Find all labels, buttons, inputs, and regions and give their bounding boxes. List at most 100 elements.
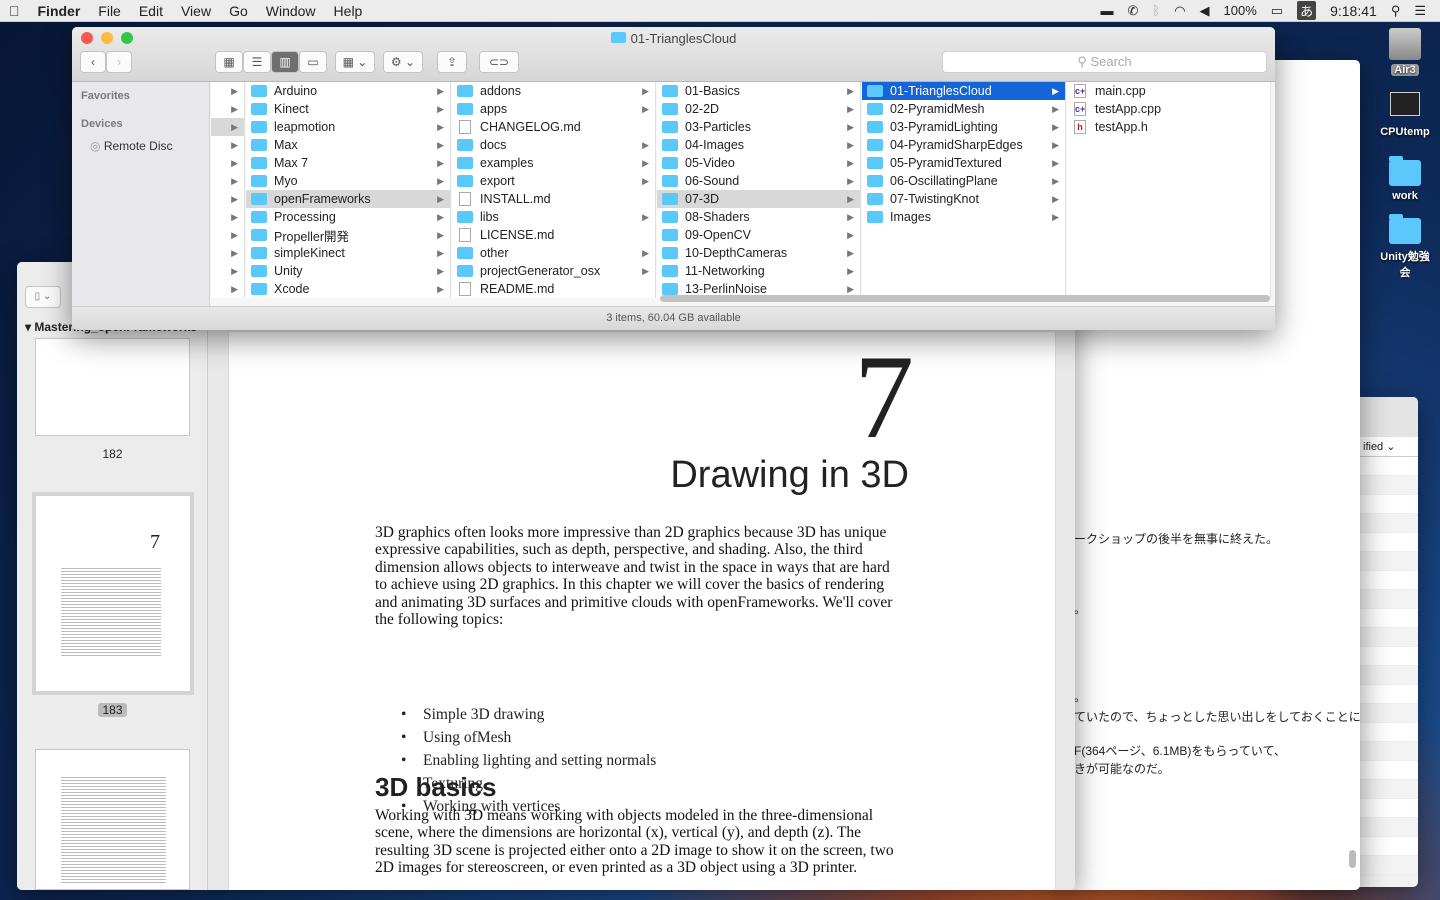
list-item[interactable]: c+ main.cpp <box>1067 82 1270 100</box>
apple-menu-icon[interactable]:  <box>0 3 29 19</box>
list-item[interactable]: ▶ <box>211 136 244 154</box>
list-item[interactable]: Kinect ▶ <box>246 100 450 118</box>
list-item[interactable]: examples ▶ <box>452 154 655 172</box>
list-item[interactable]: 10-DepthCameras ▶ <box>657 244 860 262</box>
list-item[interactable]: Max 7 ▶ <box>246 154 450 172</box>
list-item[interactable]: docs ▶ <box>452 136 655 154</box>
list-item[interactable]: libs ▶ <box>452 208 655 226</box>
notification-center-icon[interactable]: ☰ <box>1414 3 1426 19</box>
list-item[interactable]: openFrameworks ▶ <box>246 190 450 208</box>
list-item[interactable]: 02-PyramidMesh ▶ <box>862 100 1065 118</box>
list-item[interactable]: README.md <box>452 280 655 298</box>
column-view-button[interactable]: ▥ <box>271 51 299 73</box>
arrange-button[interactable]: ▦ ⌄ <box>335 51 375 73</box>
battery-percent[interactable]: 100% <box>1224 3 1257 18</box>
list-item[interactable]: ▶ <box>211 244 244 262</box>
action-gear-button[interactable]: ⚙ ⌄ <box>383 51 423 73</box>
list-item[interactable]: 08-Shaders ▶ <box>657 208 860 226</box>
scrollbar[interactable] <box>1349 850 1356 868</box>
list-item[interactable]: Unity ▶ <box>246 262 450 280</box>
list-item[interactable]: ▶ <box>211 190 244 208</box>
list-item[interactable]: Max ▶ <box>246 136 450 154</box>
input-method-icon[interactable]: あ <box>1297 1 1317 20</box>
menu-view[interactable]: View <box>172 3 220 19</box>
list-item[interactable]: 01-Basics ▶ <box>657 82 860 100</box>
list-item[interactable]: leapmotion ▶ <box>246 118 450 136</box>
spotlight-icon[interactable]: ⚲ <box>1391 3 1401 19</box>
menu-go[interactable]: Go <box>220 3 257 19</box>
list-item[interactable]: Xcode ▶ <box>246 280 450 298</box>
back-button[interactable]: ‹ <box>80 51 106 73</box>
list-item[interactable]: 04-PyramidSharpEdges ▶ <box>862 136 1065 154</box>
list-item[interactable]: 06-Sound ▶ <box>657 172 860 190</box>
list-item[interactable]: 03-PyramidLighting ▶ <box>862 118 1065 136</box>
list-item[interactable]: 05-PyramidTextured ▶ <box>862 154 1065 172</box>
list-item[interactable]: 02-2D ▶ <box>657 100 860 118</box>
desktop-icon-cputemp[interactable]: CPUtemp <box>1375 92 1435 138</box>
list-item[interactable]: LICENSE.md <box>452 226 655 244</box>
wifi-icon[interactable]: ◠ <box>1174 3 1185 19</box>
list-item[interactable]: 03-Particles ▶ <box>657 118 860 136</box>
list-item[interactable]: INSTALL.md <box>452 190 655 208</box>
list-item[interactable]: ▶ <box>211 208 244 226</box>
list-item[interactable]: export ▶ <box>452 172 655 190</box>
menu-window[interactable]: Window <box>257 3 325 19</box>
list-item[interactable]: 07-3D ▶ <box>657 190 860 208</box>
list-item[interactable]: 09-OpenCV ▶ <box>657 226 860 244</box>
menu-app-name[interactable]: Finder <box>29 3 90 19</box>
list-item[interactable]: other ▶ <box>452 244 655 262</box>
page-thumbnail-184[interactable] <box>35 749 190 890</box>
list-item[interactable]: CHANGELOG.md <box>452 118 655 136</box>
list-item[interactable]: addons ▶ <box>452 82 655 100</box>
coverflow-view-button[interactable]: ▭ <box>299 51 327 73</box>
sidebar-section-favorites[interactable]: Favorites <box>72 90 130 102</box>
desktop-icon-air3[interactable]: Air3 <box>1375 28 1435 76</box>
list-item[interactable]: 05-Video ▶ <box>657 154 860 172</box>
list-item[interactable]: 07-TwistingKnot ▶ <box>862 190 1065 208</box>
icon-view-button[interactable]: ▦ <box>215 51 243 73</box>
list-item[interactable]: 11-Networking ▶ <box>657 262 860 280</box>
bluetooth-icon[interactable]: ᛒ <box>1152 3 1160 18</box>
page-thumbnail-182[interactable] <box>35 338 190 436</box>
list-item[interactable]: Arduino ▶ <box>246 82 450 100</box>
desktop-icon-unity[interactable]: Unity勉強会 <box>1375 214 1435 280</box>
list-item[interactable]: 06-OscillatingPlane ▶ <box>862 172 1065 190</box>
list-item[interactable]: Images ▶ <box>862 208 1065 226</box>
list-item[interactable]: h testApp.h <box>1067 118 1270 136</box>
list-item[interactable]: ▶ <box>211 118 244 136</box>
list-item[interactable]: simpleKinect ▶ <box>246 244 450 262</box>
battery-icon[interactable]: ▭ <box>1271 3 1283 19</box>
list-item[interactable]: Processing ▶ <box>246 208 450 226</box>
list-item[interactable]: 01-TrianglesCloud ▶ <box>862 82 1065 100</box>
list-view-button[interactable]: ☰ <box>243 51 271 73</box>
list-item[interactable]: ▶ <box>211 154 244 172</box>
sidebar-item-remote-disc[interactable]: ◎ Remote Disc <box>90 139 173 153</box>
tags-button[interactable]: ⊂⊃ <box>479 51 519 73</box>
list-item[interactable]: 04-Images ▶ <box>657 136 860 154</box>
list-item[interactable]: apps ▶ <box>452 100 655 118</box>
share-button[interactable]: ⇪ <box>437 51 467 73</box>
list-item[interactable]: ▶ <box>211 262 244 280</box>
list-item[interactable]: ▶ <box>211 280 244 298</box>
phone-icon[interactable]: ✆ <box>1127 3 1138 19</box>
menu-help[interactable]: Help <box>325 3 372 19</box>
list-item[interactable]: ▶ <box>211 172 244 190</box>
menu-edit[interactable]: Edit <box>130 3 172 19</box>
horizontal-scrollbar[interactable] <box>660 295 1270 302</box>
desktop-icon-work[interactable]: work <box>1375 156 1435 202</box>
search-input[interactable]: ⚲ Search <box>942 51 1267 73</box>
list-item[interactable]: Propeller開発 ▶ <box>246 226 450 244</box>
sidebar-section-devices[interactable]: Devices <box>72 118 123 130</box>
list-item[interactable]: projectGenerator_osx ▶ <box>452 262 655 280</box>
display-icon[interactable]: ▬ <box>1100 3 1113 18</box>
list-item[interactable]: ▶ <box>211 100 244 118</box>
list-item[interactable]: Myo ▶ <box>246 172 450 190</box>
forward-button[interactable]: › <box>106 51 132 73</box>
list-item[interactable]: ▶ <box>211 226 244 244</box>
sidebar-toggle-button[interactable]: ▯ ⌄ <box>25 286 61 308</box>
page-thumbnail-183[interactable]: 7 <box>32 492 194 695</box>
volume-icon[interactable]: ◀ <box>1200 3 1210 19</box>
clock[interactable]: 9:18:41 <box>1330 3 1377 19</box>
list-item[interactable]: c+ testApp.cpp <box>1067 100 1270 118</box>
menu-file[interactable]: File <box>89 3 130 19</box>
